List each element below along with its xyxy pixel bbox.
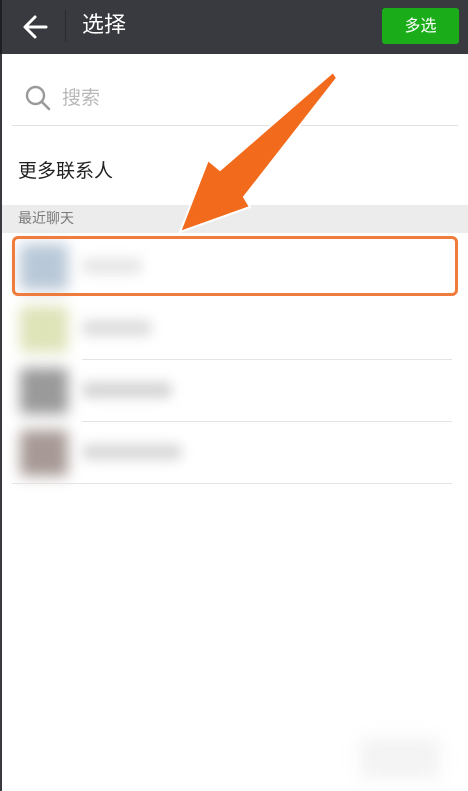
chat-row-1[interactable] [12,236,456,296]
contact-name [82,258,142,274]
contact-name [82,320,152,336]
contact-name [82,382,172,398]
multi-select-button[interactable]: 多选 [382,8,459,44]
more-contacts-link[interactable]: 更多联系人 [18,156,113,186]
search-icon [25,85,51,111]
contact-name [82,444,182,460]
chat-row-2[interactable] [12,298,456,358]
arrow-left-icon [23,15,48,39]
left-edge [0,54,2,791]
avatar [20,430,68,476]
avatar [20,368,68,414]
chat-row-3[interactable] [12,360,456,420]
recent-chats-header: 最近聊天 [2,205,468,233]
chat-row-4[interactable] [12,422,456,482]
search-bar[interactable] [12,74,458,126]
back-button[interactable] [18,10,54,44]
row-divider [12,483,452,484]
corner-watermark [360,738,440,778]
header-divider [65,10,66,42]
avatar [20,244,68,290]
top-bar: 选择 多选 [0,0,468,54]
search-input[interactable] [62,82,422,114]
avatar [20,306,68,352]
recent-chats-label: 最近聊天 [18,211,74,227]
page-title: 选择 [82,13,127,38]
